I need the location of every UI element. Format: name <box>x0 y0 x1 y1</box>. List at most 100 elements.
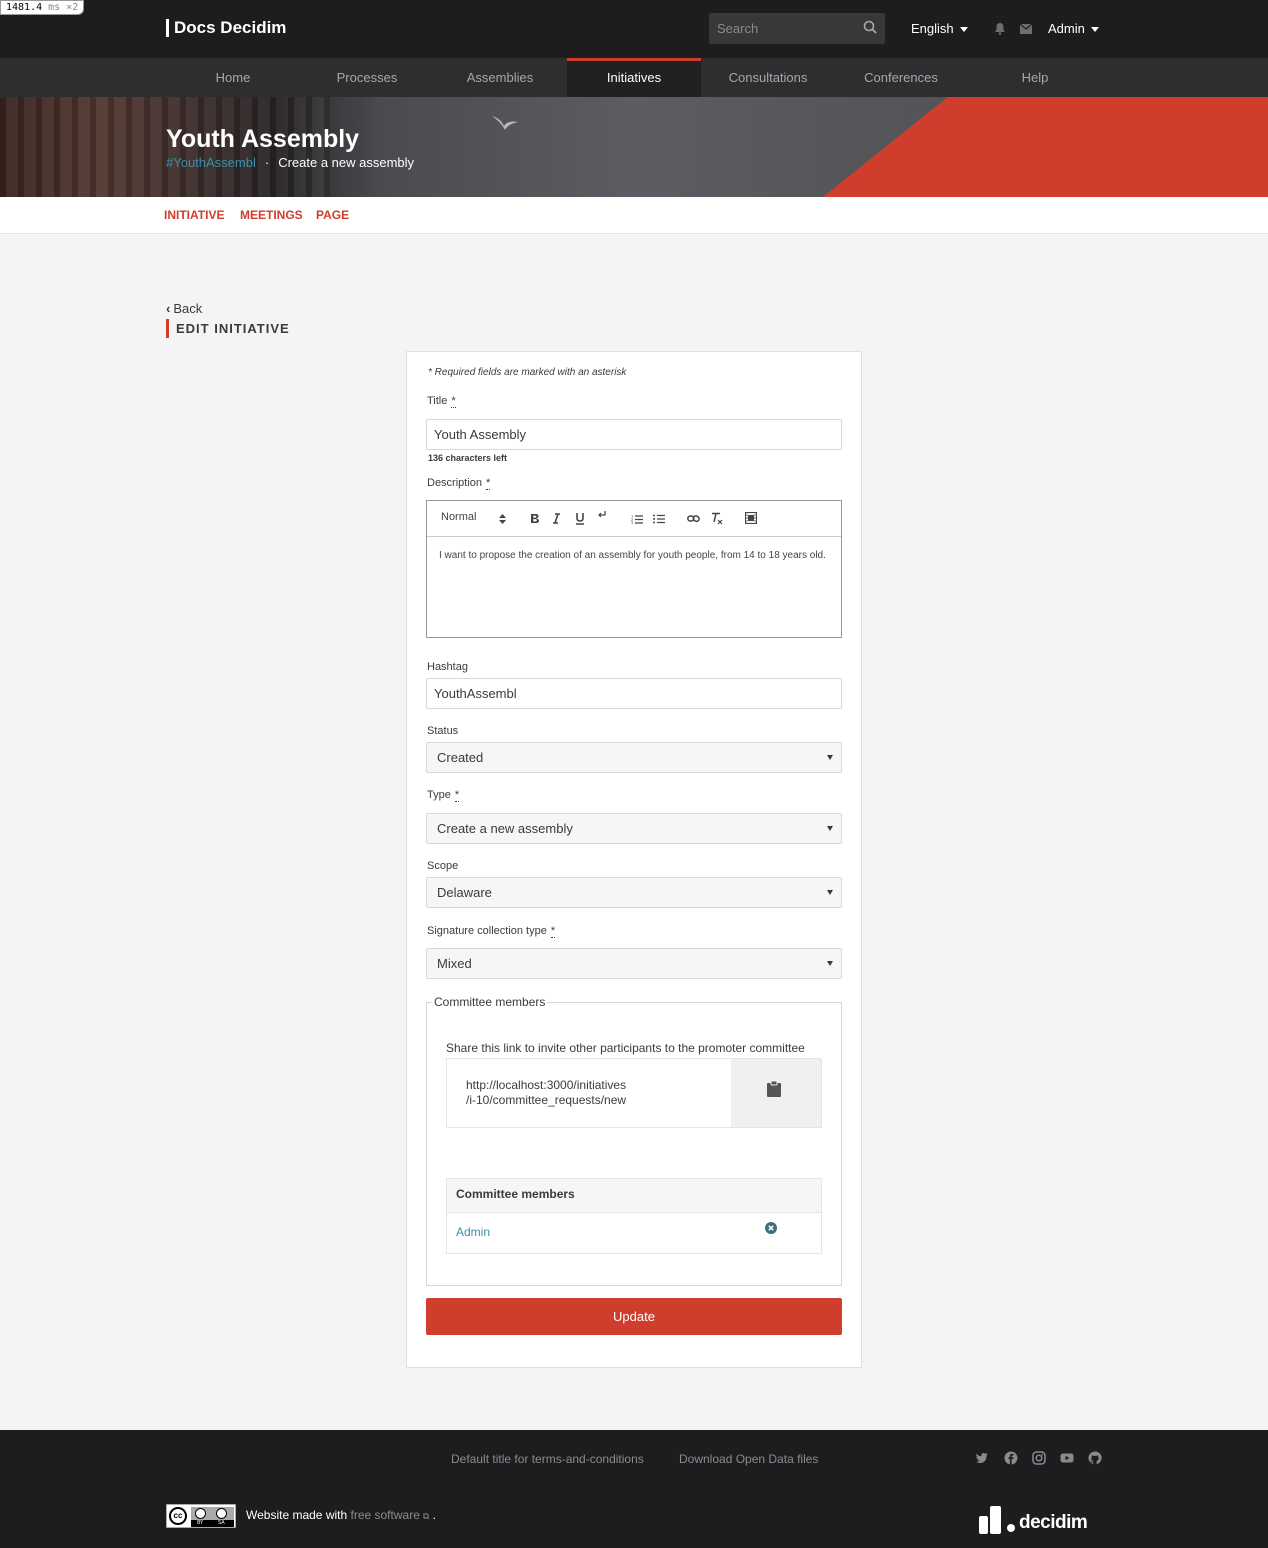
description-editor-content[interactable]: I want to propose the creation of an ass… <box>427 537 841 574</box>
ordered-list-icon[interactable]: 123 <box>631 514 643 524</box>
required-marker: * <box>451 395 456 408</box>
topbar: Docs Decidim English Admin <box>0 0 1268 58</box>
required-fields-note: * Required fields are marked with an ast… <box>428 367 627 378</box>
status-label: Status <box>427 725 459 737</box>
scope-label: Scope <box>427 860 459 872</box>
type-label: Type * <box>427 789 460 802</box>
edit-initiative-form: * Required fields are marked with an ast… <box>406 351 862 1368</box>
title-label: Title * <box>427 395 456 408</box>
nav-processes[interactable]: Processes <box>300 58 434 97</box>
hero-subtitle: #YouthAssembl · Create a new assembly <box>166 155 414 170</box>
description-label: Description * <box>427 477 491 490</box>
nav-assemblies[interactable]: Assemblies <box>433 58 567 97</box>
editor-toolbar: Normal 123 <box>427 501 841 537</box>
underline-icon[interactable] <box>575 512 585 525</box>
title-input[interactable] <box>426 419 842 450</box>
sort-icon <box>499 514 506 524</box>
user-name: Admin <box>1048 21 1085 36</box>
chevron-left-icon: ‹ <box>166 301 171 316</box>
decidim-logo[interactable]: decidim <box>979 1504 1091 1536</box>
update-button[interactable]: Update <box>426 1298 842 1335</box>
type-value: Create a new assembly <box>437 821 573 836</box>
nav-home[interactable]: Home <box>166 58 300 97</box>
invite-link[interactable]: http://localhost:3000/initiatives/i-10/c… <box>466 1078 626 1108</box>
decidim-wordmark: decidim <box>1019 1512 1088 1533</box>
nav-initiatives[interactable]: Initiatives <box>567 58 701 97</box>
subnav-page[interactable]: PAGE <box>316 208 349 222</box>
hashtag-link[interactable]: #YouthAssembl <box>166 155 256 170</box>
cc-sa-icon <box>216 1508 227 1519</box>
bold-icon[interactable] <box>530 513 540 524</box>
cc-mark: cc <box>169 1507 187 1525</box>
svg-text:3: 3 <box>631 521 633 524</box>
search-input[interactable] <box>709 13 854 44</box>
instagram-icon[interactable] <box>1032 1451 1046 1465</box>
bird-icon <box>492 116 518 130</box>
search-box <box>709 13 885 44</box>
signature-type-select[interactable]: Mixed <box>426 948 842 979</box>
committee-members-header: Committee members <box>447 1179 821 1213</box>
initiative-hero: Youth Assembly #YouthAssembl · Create a ne… <box>0 97 1268 197</box>
open-data-link[interactable]: Download Open Data files <box>679 1452 818 1466</box>
subnav-meetings[interactable]: MEETINGS <box>240 208 303 222</box>
back-link[interactable]: ‹ Back <box>166 301 202 316</box>
user-menu[interactable]: Admin <box>1048 21 1099 36</box>
scope-select[interactable]: Delaware <box>426 877 842 908</box>
required-marker: * <box>486 477 491 490</box>
external-link-icon: ⧉ <box>422 1511 430 1521</box>
hashtag-input[interactable] <box>426 678 842 709</box>
committee-member-link[interactable]: Admin <box>456 1225 490 1239</box>
initiative-type: Create a new assembly <box>278 155 415 170</box>
status-select[interactable]: Created <box>426 742 842 773</box>
search-icon[interactable] <box>863 20 877 34</box>
mail-icon[interactable] <box>1020 24 1032 34</box>
required-marker: * <box>454 789 460 802</box>
committee-members-table: Committee members Admin <box>446 1178 822 1254</box>
copy-link-button[interactable] <box>731 1059 821 1127</box>
brand-logo[interactable]: Docs Decidim <box>166 19 286 37</box>
github-icon[interactable] <box>1088 1451 1102 1465</box>
clipboard-icon <box>767 1081 781 1097</box>
caret-down-icon <box>959 27 968 33</box>
status-value: Created <box>437 750 484 765</box>
remove-member-icon[interactable] <box>765 1222 777 1234</box>
link-icon[interactable] <box>687 513 700 524</box>
bullet-list-icon[interactable] <box>653 514 665 524</box>
line-break-icon[interactable] <box>597 510 607 520</box>
main-navigation: Home Processes Assemblies Initiatives Co… <box>0 58 1268 97</box>
nav-conferences[interactable]: Conferences <box>834 58 968 97</box>
footer: Default title for terms-and-conditions D… <box>0 1430 1268 1548</box>
hero-accent-shape <box>823 97 1268 197</box>
type-select[interactable]: Create a new assembly <box>426 813 842 844</box>
page-title: EDIT INITIATIVE <box>166 319 290 338</box>
nav-consultations[interactable]: Consultations <box>701 58 835 97</box>
separator: · <box>264 155 270 170</box>
bell-icon[interactable] <box>994 22 1006 35</box>
terms-link[interactable]: Default title for terms-and-conditions <box>451 1452 644 1466</box>
italic-icon[interactable] <box>552 513 561 524</box>
debug-timing-badge: 1481.4 ms ×2 <box>0 0 85 15</box>
nav-help[interactable]: Help <box>968 58 1102 97</box>
dropdown-arrow-icon <box>827 961 833 966</box>
dropdown-arrow-icon <box>827 755 833 760</box>
decidim-mark-icon <box>979 1506 1015 1534</box>
made-with-text: Website made with free software ⧉ . <box>246 1508 436 1522</box>
free-software-link[interactable]: free software <box>351 1508 420 1522</box>
creative-commons-license[interactable]: cc BY SA <box>166 1504 236 1528</box>
chars-left-hint: 136 characters left <box>428 453 508 463</box>
youtube-icon[interactable] <box>1060 1451 1074 1465</box>
cc-by-icon <box>195 1508 206 1519</box>
committee-members-fieldset: Committee members Share this link to inv… <box>426 995 842 1286</box>
share-link-text: Share this link to invite other particip… <box>446 1041 805 1055</box>
video-embed-icon[interactable] <box>745 512 757 524</box>
clear-format-icon[interactable] <box>711 512 723 525</box>
twitter-icon[interactable] <box>975 1451 989 1465</box>
signature-type-value: Mixed <box>437 956 472 971</box>
subnav-initiative[interactable]: INITIATIVE <box>164 208 224 222</box>
invite-link-box: http://localhost:3000/initiatives/i-10/c… <box>446 1058 822 1128</box>
caret-down-icon <box>1090 27 1099 33</box>
facebook-icon[interactable] <box>1004 1451 1018 1465</box>
heading-style-select[interactable]: Normal <box>441 511 476 523</box>
hashtag-label: Hashtag <box>427 661 468 673</box>
language-selector[interactable]: English <box>911 21 968 36</box>
